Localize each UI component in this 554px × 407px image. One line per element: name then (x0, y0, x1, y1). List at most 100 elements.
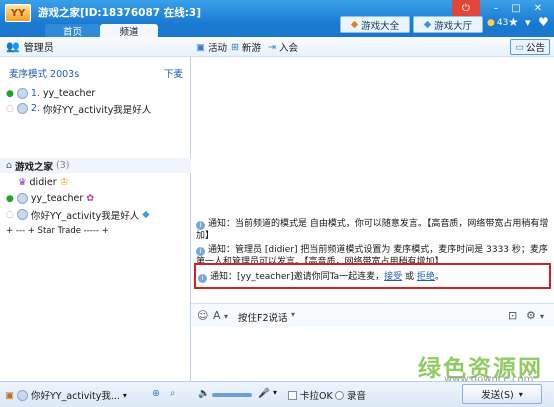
more-icon[interactable]: ▾ (525, 16, 531, 29)
send-button[interactable]: 发送(S) ▾ (462, 384, 542, 404)
member-row[interactable]: ● yy_teacher ✿ (6, 191, 94, 206)
font-caret-icon[interactable]: ▾ (224, 312, 228, 321)
current-user-name: 你好YY_activity我... (30, 391, 120, 402)
queue-mode-label: 麦序模式 2003s (9, 69, 80, 80)
search-icon[interactable]: ⌕ (170, 388, 175, 399)
chevron-down-icon[interactable]: ▾ (291, 310, 295, 319)
queue-index: 2. (30, 103, 40, 114)
games-all-icon: ◆ (350, 19, 359, 30)
record-toggle[interactable]: 录音 (335, 388, 366, 402)
checkbox-box (288, 390, 297, 400)
new-game-label: 新游 (241, 43, 261, 54)
room-count: (3) (56, 160, 70, 171)
room-node[interactable]: ⌂ 游戏之家 (3) (6, 158, 70, 173)
member-name: 你好YY_activity我是好人 (30, 210, 140, 222)
suffix-text: 。 (434, 272, 444, 282)
avatar (16, 389, 28, 401)
coin-counter[interactable]: ● 43 (487, 18, 508, 28)
font-icon[interactable]: A (213, 309, 221, 322)
admin-bar[interactable]: 👥 管理员 (0, 37, 191, 57)
queue-item[interactable]: ○ 2. 你好YY_activity我是好人 (6, 101, 151, 116)
games-hall-icon: ◆ (423, 19, 432, 30)
admin-user-icon: ♛ (18, 177, 27, 188)
info-icon: i (198, 274, 207, 283)
offline-status-icon: ○ (6, 103, 14, 114)
invite-message: i 通知：[yy_teacher]邀请你同Ta一起连麦，接受 或 拒绝。 (198, 271, 554, 283)
send-label: 发送(S) (481, 390, 514, 401)
online-status-icon: ● (6, 88, 14, 99)
leave-queue-link[interactable]: 下麦 (164, 66, 183, 80)
room-name: 游戏之家 (15, 161, 54, 173)
gift-icon: ✿ (86, 193, 95, 204)
settings-caret-icon[interactable]: ▾ (540, 312, 544, 321)
games-hall-button[interactable]: ◆ 游戏大厅 (413, 16, 483, 33)
admin-label: 管理员 (23, 43, 54, 54)
settings-icon[interactable]: ⚙ (526, 309, 536, 322)
coin-count-value: 43 (496, 18, 509, 28)
sub-channel-name: + --- + Star Trade ----- + (6, 225, 109, 236)
admin-icon: 👥 (6, 40, 20, 53)
member-row[interactable]: ♛ didier ♔ (18, 175, 69, 190)
volume-slider[interactable] (212, 393, 252, 397)
activity-label: 活动 (207, 43, 227, 54)
message-text: 通知：当前频道的模式是 自由模式，你可以随意发言。【高音质，网络带宽占用稍有增加… (196, 219, 549, 241)
mic-caret-icon[interactable]: ▾ (273, 388, 277, 397)
heart-icon[interactable]: ♥ (538, 15, 549, 29)
queue-user-name: yy_teacher (42, 88, 96, 99)
share-glyph: ⊕ (152, 388, 160, 399)
avatar (16, 88, 28, 99)
mic-glyph: 🎤 (258, 388, 270, 399)
karaoke-label: 卡拉OK (300, 391, 333, 402)
microphone-icon[interactable]: 🎤 (258, 388, 270, 399)
queue-index: 1. (30, 88, 40, 99)
emoji-icon[interactable]: ☺ (197, 309, 208, 322)
games-all-label: 游戏大全 (361, 20, 400, 32)
join-button[interactable]: ⇥ 入会 (268, 40, 298, 55)
clear-icon[interactable]: ⊡ (508, 309, 517, 322)
share-icon[interactable]: ⊕ (152, 388, 160, 399)
chevron-down-icon: ▾ (518, 389, 523, 399)
reject-link[interactable]: 拒绝 (417, 272, 435, 282)
speaker-glyph: 🔈 (198, 388, 210, 399)
member-name: didier (29, 177, 57, 188)
star-icon[interactable]: ★ (508, 15, 519, 29)
user-menu[interactable]: ▣ 你好YY_activity我... ▾ (5, 388, 127, 402)
new-game-button[interactable]: ⊞ 新游 (231, 40, 261, 55)
record-radio (335, 390, 344, 400)
member-row[interactable]: ○ 你好YY_activity我是好人 ◆ (6, 207, 150, 222)
notice-label: 公告 (525, 43, 545, 54)
speaker-icon[interactable]: 🔈 (198, 388, 210, 399)
accept-link[interactable]: 接受 (384, 272, 402, 282)
karaoke-checkbox[interactable]: 卡拉OK (288, 388, 333, 402)
queue-item[interactable]: ● 1. yy_teacher (6, 86, 95, 101)
chat-message: i 通知：当前频道的模式是 自由模式，你可以随意发言。【高音质，网络带宽占用稍有增… (196, 218, 552, 242)
activity-icon: ▣ (196, 41, 205, 53)
push-to-talk-label[interactable]: 按住F2说话 (238, 310, 288, 324)
join-label: 入会 (278, 43, 298, 54)
window-title: 游戏之家[ID:18376087 在线:3] (38, 7, 202, 19)
info-icon: i (196, 221, 205, 230)
crown-icon: ♔ (59, 177, 69, 188)
record-label: 录音 (347, 391, 367, 402)
online-status-icon: ● (6, 193, 14, 204)
tab-channel[interactable]: 频道 (100, 24, 158, 38)
activity-button[interactable]: ▣ 活动 (196, 40, 227, 55)
app-logo-icon: YY (5, 4, 31, 22)
tab-home[interactable]: 首页 (45, 24, 100, 38)
power-icon[interactable]: ⏻ (452, 0, 480, 17)
chevron-down-icon: ▾ (122, 390, 127, 400)
avatar (16, 209, 28, 220)
user-avatar-icon: ▣ (5, 389, 14, 401)
offline-status-icon: ○ (6, 209, 14, 220)
avatar (16, 193, 28, 204)
member-name: yy_teacher (30, 193, 84, 204)
info-icon: i (196, 247, 205, 256)
sub-channel-node[interactable]: + --- + Star Trade ----- + (6, 223, 109, 238)
avatar (16, 103, 28, 114)
diamond-icon: ◆ (142, 209, 150, 220)
games-all-button[interactable]: ◆ 游戏大全 (340, 16, 410, 33)
queue-user-name: 你好YY_activity我是好人 (42, 104, 152, 116)
games-hall-label: 游戏大厅 (434, 20, 473, 32)
minimize-button[interactable]: – (486, 0, 506, 17)
notice-button[interactable]: ▭ 公告 (510, 39, 550, 55)
